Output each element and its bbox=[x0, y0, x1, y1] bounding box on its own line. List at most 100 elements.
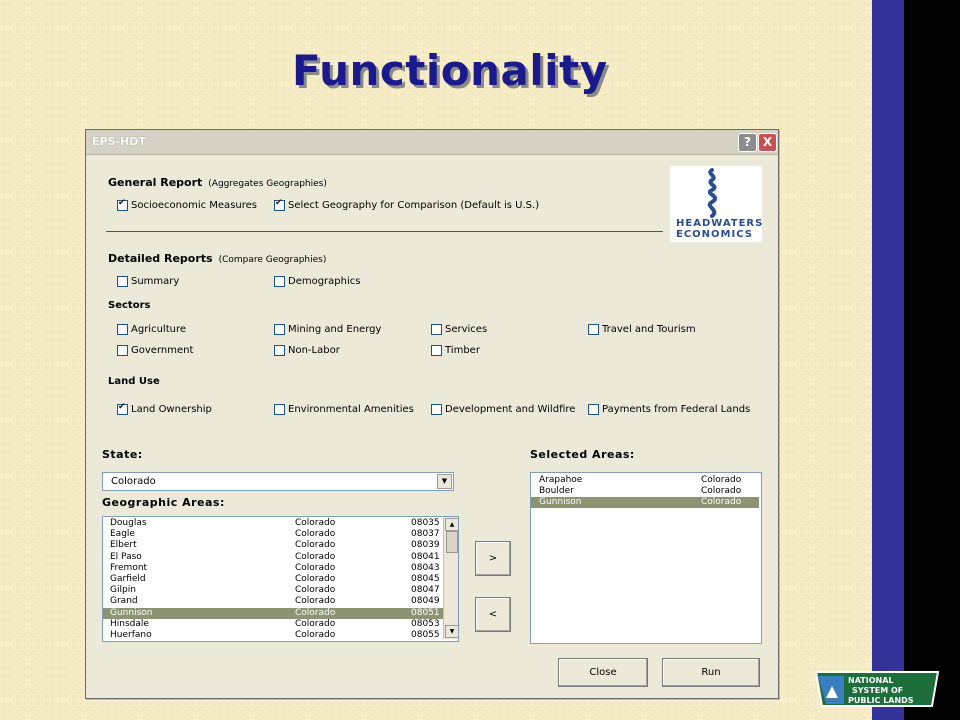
run-button[interactable]: Run bbox=[662, 658, 760, 687]
geographic-area-state: Colorado bbox=[295, 618, 336, 629]
slide-title: Functionality bbox=[292, 46, 608, 95]
add-area-button[interactable]: > bbox=[475, 541, 511, 576]
close-window-button[interactable]: X bbox=[758, 133, 777, 152]
checkbox-services[interactable] bbox=[431, 324, 442, 335]
land-use-heading: Land Use bbox=[108, 376, 160, 387]
selected-area-row[interactable]: Arapahoe Colorado bbox=[531, 475, 759, 486]
selected-area-name: Arapahoe bbox=[539, 475, 583, 485]
headwaters-logo-icon bbox=[707, 168, 718, 218]
geographic-area-name: Eagle bbox=[110, 529, 135, 540]
badge-line1: NATIONAL bbox=[848, 676, 893, 685]
section-divider bbox=[106, 231, 663, 232]
selected-area-row[interactable]: Gunnison Colorado bbox=[531, 497, 759, 509]
right-black-strip bbox=[904, 0, 960, 720]
badge-line2: SYSTEM OF bbox=[852, 686, 903, 695]
label-demographics: Demographics bbox=[288, 276, 361, 287]
geographic-area-name: Hinsdale bbox=[110, 618, 149, 629]
geographic-area-code: 08049 bbox=[411, 596, 440, 607]
general-report-note: (Aggregates Geographies) bbox=[208, 179, 327, 189]
selected-areas-list[interactable]: Arapahoe Colorado Boulder Colorado Gunnison C… bbox=[530, 472, 762, 644]
geographic-areas-label: Geographic Areas: bbox=[102, 496, 225, 509]
geographic-area-code: 08041 bbox=[411, 551, 440, 562]
checkbox-environmental-amenities[interactable] bbox=[274, 404, 285, 415]
close-button[interactable]: Close bbox=[558, 658, 648, 687]
geographic-area-code: 08055 bbox=[411, 630, 440, 640]
geographic-areas-list[interactable]: Douglas Colorado 08035 Eagle Colorado 08037 El… bbox=[102, 516, 459, 642]
checkbox-mining-energy[interactable] bbox=[274, 324, 285, 335]
selected-areas-label: Selected Areas: bbox=[530, 448, 635, 461]
label-services: Services bbox=[445, 324, 488, 335]
label-agriculture: Agriculture bbox=[131, 324, 186, 335]
geographic-area-row[interactable]: Eagle Colorado 08037 bbox=[103, 529, 443, 540]
geographic-area-name: Grand bbox=[110, 596, 138, 607]
right-accent-bar bbox=[872, 0, 904, 720]
scroll-thumb[interactable] bbox=[446, 531, 458, 553]
checkbox-socioeconomic-measures[interactable] bbox=[117, 198, 128, 211]
checkbox-government[interactable] bbox=[117, 345, 128, 356]
geographic-area-name: Huerfano bbox=[110, 630, 152, 640]
geographic-area-row[interactable]: El Paso Colorado 08041 bbox=[103, 552, 443, 563]
checkbox-payments-federal-lands[interactable] bbox=[588, 404, 599, 415]
geographic-area-row[interactable]: Douglas Colorado 08035 bbox=[103, 518, 443, 529]
checkbox-non-labor[interactable] bbox=[274, 345, 285, 356]
geographic-area-code: 08043 bbox=[411, 562, 440, 573]
geographic-area-row[interactable]: Elbert Colorado 08039 bbox=[103, 540, 443, 551]
geographic-area-row[interactable]: Gunnison Colorado 08051 bbox=[103, 607, 443, 619]
geographic-area-name: Gunnison bbox=[110, 607, 153, 618]
geographic-areas-scrollbar[interactable]: ▲ ▼ bbox=[443, 517, 458, 639]
geographic-area-code: 08047 bbox=[411, 585, 440, 596]
window-titlebar[interactable]: EPS-HDT ? X bbox=[86, 130, 778, 155]
state-value: Colorado bbox=[111, 476, 156, 487]
geographic-area-row[interactable]: Gilpin Colorado 08047 bbox=[103, 585, 443, 596]
geographic-area-row[interactable]: Huerfano Colorado 08055 bbox=[103, 630, 443, 641]
headwaters-economics-logo: HEADWATERS ECONOMICS bbox=[670, 166, 762, 242]
geographic-area-row[interactable]: Garfield Colorado 08045 bbox=[103, 574, 443, 585]
label-development-wildfire: Development and Wildfire bbox=[445, 404, 576, 415]
checkbox-land-ownership[interactable] bbox=[117, 402, 128, 415]
checkbox-summary[interactable] bbox=[117, 276, 128, 287]
logo-text-line2: ECONOMICS bbox=[676, 229, 753, 240]
geographic-area-state: Colorado bbox=[295, 518, 336, 528]
label-land-ownership: Land Ownership bbox=[131, 404, 212, 415]
geographic-area-state: Colorado bbox=[295, 562, 336, 573]
geographic-area-row[interactable]: Fremont Colorado 08043 bbox=[103, 563, 443, 574]
chevron-down-icon[interactable]: ▼ bbox=[437, 474, 452, 489]
geographic-area-name: Douglas bbox=[110, 518, 147, 528]
checkbox-travel-tourism[interactable] bbox=[588, 324, 599, 335]
scroll-down-icon[interactable]: ▼ bbox=[445, 625, 458, 638]
checkbox-timber[interactable] bbox=[431, 345, 442, 356]
geographic-area-row[interactable]: Hinsdale Colorado 08053 bbox=[103, 619, 443, 630]
geographic-area-code: 08039 bbox=[411, 540, 440, 551]
label-non-labor: Non-Labor bbox=[288, 345, 340, 356]
help-button[interactable]: ? bbox=[738, 133, 757, 152]
label-environmental-amenities: Environmental Amenities bbox=[288, 404, 414, 415]
geographic-area-code: 08051 bbox=[411, 607, 440, 618]
checkbox-agriculture[interactable] bbox=[117, 324, 128, 335]
label-government: Government bbox=[131, 345, 194, 356]
geographic-area-row[interactable]: Grand Colorado 08049 bbox=[103, 596, 443, 607]
geographic-area-state: Colorado bbox=[295, 529, 336, 540]
geographic-area-name: Gilpin bbox=[110, 585, 136, 596]
remove-area-button[interactable]: < bbox=[475, 597, 511, 632]
label-timber: Timber bbox=[445, 345, 480, 356]
scroll-up-icon[interactable]: ▲ bbox=[445, 518, 458, 531]
state-dropdown[interactable]: Colorado ▼ bbox=[102, 472, 454, 491]
label-payments-federal-lands: Payments from Federal Lands bbox=[602, 404, 751, 415]
label-socioeconomic-measures: Socioeconomic Measures bbox=[131, 200, 257, 211]
selected-area-row[interactable]: Boulder Colorado bbox=[531, 486, 759, 497]
checkbox-select-geography-comparison[interactable] bbox=[274, 198, 285, 211]
checkbox-development-wildfire[interactable] bbox=[431, 404, 442, 415]
general-report-heading: General Report (Aggregates Geographies) bbox=[108, 176, 327, 189]
geographic-area-code: 08045 bbox=[411, 574, 440, 584]
badge-line3: PUBLIC LANDS bbox=[848, 696, 914, 705]
geographic-area-state: Colorado bbox=[295, 551, 336, 562]
selected-area-state: Colorado bbox=[701, 497, 742, 508]
label-select-geography-comparison: Select Geography for Comparison (Default… bbox=[288, 200, 540, 211]
logo-text-line1: HEADWATERS bbox=[676, 218, 764, 229]
detailed-reports-heading: Detailed Reports (Compare Geographies) bbox=[108, 252, 326, 265]
geographic-area-name: Elbert bbox=[110, 540, 137, 551]
label-travel-tourism: Travel and Tourism bbox=[602, 324, 696, 335]
detailed-reports-note: (Compare Geographies) bbox=[218, 255, 327, 265]
geographic-area-code: 08053 bbox=[411, 618, 440, 629]
checkbox-demographics[interactable] bbox=[274, 276, 285, 287]
